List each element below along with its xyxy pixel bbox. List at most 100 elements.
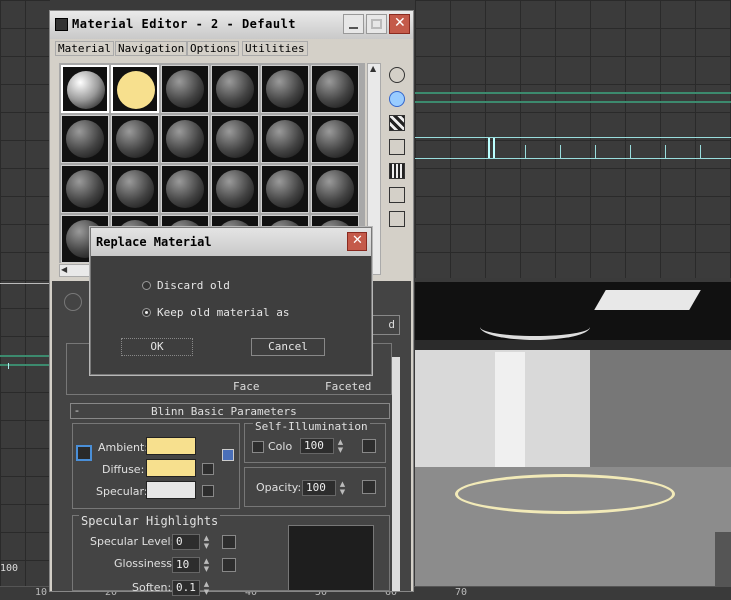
material-editor-titlebar[interactable]: Material Editor - 2 - Default ✕ xyxy=(50,11,413,39)
rollout-collapse-icon[interactable]: - xyxy=(75,404,79,417)
menu-material[interactable]: Material xyxy=(55,41,114,56)
dialog-body: Discard old Keep old material as OK Canc… xyxy=(91,256,371,374)
side-toolbar xyxy=(384,63,412,283)
self-illum-color-checkbox[interactable] xyxy=(252,441,264,453)
grid-highlight-line xyxy=(415,101,731,103)
sample-slot[interactable] xyxy=(311,165,359,213)
opacity-value[interactable]: 100 xyxy=(302,480,336,496)
top-viewport[interactable] xyxy=(415,0,731,278)
soften-value[interactable]: 0.1 xyxy=(172,580,200,596)
self-illum-map-button[interactable] xyxy=(362,439,376,453)
floor-shadow xyxy=(715,532,731,586)
background-checker-icon[interactable] xyxy=(389,115,405,131)
geometry-post xyxy=(525,145,526,158)
glossiness-label: Glossiness: xyxy=(114,557,176,570)
specular-color-swatch[interactable] xyxy=(146,481,196,499)
sample-uv-tiling-icon[interactable] xyxy=(389,139,405,155)
sample-slot[interactable] xyxy=(111,115,159,163)
glossiness-map-button[interactable] xyxy=(222,558,236,572)
opacity-label: Opacity: xyxy=(256,481,302,494)
dialog-close-button[interactable]: ✕ xyxy=(347,232,367,251)
video-color-check-icon[interactable] xyxy=(389,163,405,179)
sample-slot[interactable] xyxy=(161,65,209,113)
material-sphere xyxy=(116,170,154,208)
sample-slot-active[interactable] xyxy=(111,65,159,113)
sample-slot[interactable] xyxy=(211,165,259,213)
perspective-viewport[interactable] xyxy=(415,282,731,586)
panel-scrollbar[interactable] xyxy=(392,357,400,591)
material-sphere xyxy=(166,120,204,158)
maximize-button[interactable] xyxy=(366,14,387,34)
spinner-arrows-icon[interactable]: ▲ ▼ xyxy=(202,534,211,550)
material-sphere xyxy=(67,71,105,109)
highlight-curve-preview xyxy=(288,525,374,591)
spinner-arrows-icon[interactable]: ▲ ▼ xyxy=(336,438,345,454)
scroll-up-icon[interactable]: ▲ xyxy=(370,64,376,73)
material-sphere xyxy=(266,120,304,158)
left-viewport[interactable]: 100 xyxy=(0,0,50,586)
material-sphere xyxy=(266,170,304,208)
get-material-icon[interactable] xyxy=(64,293,82,311)
sample-slot[interactable] xyxy=(261,65,309,113)
discard-old-label[interactable]: Discard old xyxy=(157,279,230,292)
glossiness-value[interactable]: 10 xyxy=(172,557,200,573)
sample-type-icon[interactable] xyxy=(389,67,405,83)
scroll-left-icon[interactable]: ◀ xyxy=(61,265,67,274)
menu-utilities[interactable]: Utilities xyxy=(242,41,308,56)
app-icon xyxy=(55,18,68,31)
menu-options[interactable]: Options xyxy=(187,41,240,56)
lock-icon[interactable] xyxy=(222,449,234,461)
make-preview-icon[interactable] xyxy=(389,187,405,203)
minimize-icon xyxy=(349,27,358,29)
dialog-titlebar[interactable]: Replace Material ✕ xyxy=(91,228,371,256)
options-icon[interactable] xyxy=(389,211,405,227)
sample-slot[interactable] xyxy=(261,165,309,213)
discard-old-radio[interactable] xyxy=(142,281,151,290)
ambient-color-swatch[interactable] xyxy=(146,437,196,455)
sample-slot[interactable] xyxy=(311,115,359,163)
sample-slot[interactable] xyxy=(261,115,309,163)
backlight-icon[interactable] xyxy=(389,91,405,107)
close-button[interactable]: ✕ xyxy=(389,14,410,34)
minimize-button[interactable] xyxy=(343,14,364,34)
keep-old-label[interactable]: Keep old material as xyxy=(157,306,289,319)
sample-slot[interactable] xyxy=(311,65,359,113)
material-sphere xyxy=(266,70,304,108)
sample-slot[interactable] xyxy=(61,115,109,163)
sample-slot[interactable] xyxy=(211,65,259,113)
specular-level-value[interactable]: 0 xyxy=(172,534,200,550)
material-navigator-icon[interactable] xyxy=(389,259,405,275)
material-sphere xyxy=(216,120,254,158)
specular-map-button[interactable] xyxy=(202,485,214,497)
dialog-title: Replace Material xyxy=(96,235,212,249)
blinn-rollout-header[interactable]: - Blinn Basic Parameters xyxy=(70,403,390,419)
sample-slot[interactable] xyxy=(61,165,109,213)
geometry-line xyxy=(415,137,731,138)
spinner-arrows-icon[interactable]: ▲ ▼ xyxy=(338,480,347,496)
material-sphere xyxy=(216,70,254,108)
ok-button[interactable]: OK xyxy=(121,338,193,356)
sample-slot[interactable] xyxy=(111,165,159,213)
sample-slot[interactable] xyxy=(61,65,109,113)
specular-level-map-button[interactable] xyxy=(222,535,236,549)
self-illum-value[interactable]: 100 xyxy=(300,438,334,454)
window-title: Material Editor - 2 - Default xyxy=(72,17,297,31)
diffuse-map-button[interactable] xyxy=(202,463,214,475)
spinner-arrows-icon[interactable]: ▲ ▼ xyxy=(202,557,211,573)
opacity-map-button[interactable] xyxy=(362,480,376,494)
self-illum-color-label: Colo xyxy=(268,440,293,453)
geometry-post xyxy=(700,145,701,158)
ruler-tick: 10 xyxy=(35,587,48,598)
sample-slot[interactable] xyxy=(161,115,209,163)
replace-material-dialog[interactable]: Replace Material ✕ Discard old Keep old … xyxy=(90,227,372,375)
keep-old-radio[interactable] xyxy=(142,308,151,317)
cancel-button[interactable]: Cancel xyxy=(251,338,325,356)
lock-ambient-diffuse-icon[interactable] xyxy=(76,445,92,461)
sample-slot[interactable] xyxy=(211,115,259,163)
diffuse-color-swatch[interactable] xyxy=(146,459,196,477)
spinner-arrows-icon[interactable]: ▲ ▼ xyxy=(202,580,211,596)
sample-slot[interactable] xyxy=(161,165,209,213)
menu-navigation[interactable]: Navigation xyxy=(115,41,188,56)
material-sphere-active xyxy=(117,71,155,109)
select-by-material-icon[interactable] xyxy=(389,235,405,251)
